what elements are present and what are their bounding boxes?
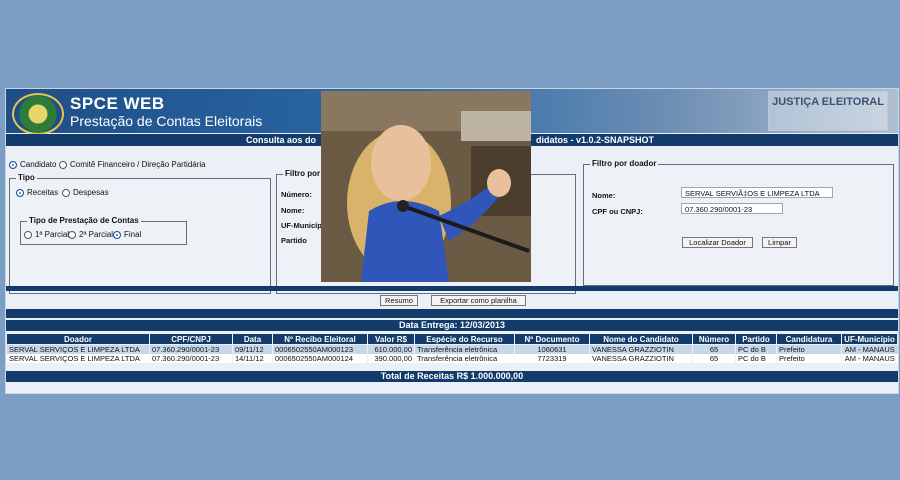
column-header: Nº Documento <box>514 333 590 345</box>
column-header: Número <box>692 333 736 345</box>
cell-candidato: VANESSA GRAZZIOTIN <box>589 344 693 354</box>
cell-doador: SERVAL SERVIÇOS E LIMPEZA LTDA <box>6 354 150 363</box>
prestacao-option-final[interactable]: Final <box>113 230 141 239</box>
prestacao-option-2-parcial[interactable]: 2ª Parcial <box>68 230 113 239</box>
cell-candidato: VANESSA GRAZZIOTIN <box>589 354 693 363</box>
tipo-fieldset: Tipo Receitas Despesas Tipo de Prestação… <box>9 173 271 294</box>
cell-candidatura: Prefeito <box>776 354 842 363</box>
data-entrega: Data Entrega: 12/03/2013 <box>6 320 898 331</box>
cell-candidatura: Prefeito <box>776 344 842 354</box>
cell-uf-municipio: AM - MANAUS <box>841 354 898 363</box>
prestacao-label-2-parcial: 2ª Parcial <box>79 230 114 239</box>
table-row[interactable]: SERVAL SERVIÇOS E LIMPEZA LTDA 07.360.29… <box>6 344 898 354</box>
tipo-legend: Tipo <box>16 173 37 182</box>
cell-data: 09/11/12 <box>232 344 273 354</box>
cell-doador: SERVAL SERVIÇOS E LIMPEZA LTDA <box>6 344 150 354</box>
localizar-doador-button[interactable]: Localizar Doador <box>682 237 753 248</box>
cell-numero: 65 <box>692 354 736 363</box>
tipo-option-receitas[interactable]: Receitas <box>16 188 58 197</box>
cell-documento: 1060631 <box>514 344 590 354</box>
doador-nome-label: Nome: <box>592 191 616 200</box>
column-header: Doador <box>6 333 150 345</box>
cell-especie: Transferência eletrônica <box>414 354 515 363</box>
table-header-row: Doador CPF/CNPJ Data Nº Recibo Eleitoral… <box>6 333 898 345</box>
column-header: UF-Município <box>841 333 898 345</box>
cell-valor: 610.000,00 <box>367 344 415 354</box>
radio-selected-icon <box>9 160 17 169</box>
radio-unselected-icon <box>24 230 32 239</box>
scope-option-comite[interactable]: Comitê Financeiro / Direção Partidária <box>59 160 206 169</box>
filtro-doador-legend: Filtro por doador <box>590 159 659 168</box>
cell-recibo: 0006502550AM000123 <box>272 344 368 354</box>
scope-label-comite: Comitê Financeiro / Direção Partidária <box>70 160 206 169</box>
column-header: Partido <box>735 333 777 345</box>
limpar-button[interactable]: Limpar <box>762 237 797 248</box>
numero-label: Número: <box>281 190 312 199</box>
prestacao-option-1-parcial[interactable]: 1ª Parcial <box>24 230 69 239</box>
column-header: Nome do Candidato <box>589 333 693 345</box>
consulta-right-text: didatos - v1.0.2-SNAPSHOT <box>536 135 655 145</box>
table-row[interactable]: SERVAL SERVIÇOS E LIMPEZA LTDA 07.360.29… <box>6 354 898 363</box>
exportar-planilha-button[interactable]: Exportar como planilha <box>431 295 526 306</box>
form-divider <box>6 286 898 291</box>
uf-municipio-label: UF-Municípi <box>281 221 324 230</box>
column-header: Valor R$ <box>367 333 415 345</box>
radio-selected-icon <box>113 230 121 239</box>
cell-partido: PC do B <box>735 354 777 363</box>
app-subtitle: Prestação de Contas Eleitorais <box>70 113 263 129</box>
scope-option-candidato[interactable]: Candidato <box>9 160 56 169</box>
doador-nome-input[interactable]: SERVAL SERVIÃ‡OS E LIMPEZA LTDA <box>681 187 833 198</box>
column-header: Data <box>232 333 273 345</box>
prestacao-label-1-parcial: 1ª Parcial <box>35 230 70 239</box>
receitas-table: Doador CPF/CNPJ Data Nº Recibo Eleitoral… <box>6 333 898 363</box>
cell-documento: 7723319 <box>514 354 590 363</box>
prestacao-label-final: Final <box>124 230 142 239</box>
cell-cpf-cnpj: 07.360.290/0001-23 <box>149 354 233 363</box>
speaker-photo-illustration <box>321 91 531 282</box>
column-header: Candidatura <box>776 333 842 345</box>
doador-cpf-label: CPF ou CNPJ: <box>592 207 643 216</box>
resumo-button[interactable]: Resumo <box>380 295 418 306</box>
column-header: Espécie do Recurso <box>414 333 515 345</box>
cell-partido: PC do B <box>735 344 777 354</box>
justica-eleitoral-watermark: JUSTIÇA ELEITORAL <box>768 91 888 131</box>
section-divider <box>6 309 898 318</box>
partido-label: Partido <box>281 236 307 245</box>
app-title: SPCE WEB <box>70 94 165 113</box>
prestacao-legend: Tipo de Prestação de Contas <box>27 216 141 225</box>
cell-recibo: 0006502550AM000124 <box>272 354 368 363</box>
speaker-photo <box>321 91 531 282</box>
total-receitas-bar: Total de Receitas R$ 1.000.000,00 <box>6 371 898 382</box>
radio-selected-icon <box>16 188 24 197</box>
tipo-option-despesas[interactable]: Despesas <box>62 188 109 197</box>
nome-label: Nome: <box>281 206 305 215</box>
prestacao-fieldset: Tipo de Prestação de Contas 1ª Parcial 2… <box>20 216 187 245</box>
filtro-doador-fieldset: Filtro por doador Nome: SERVAL SERVIÃ‡OS… <box>583 159 894 286</box>
cell-uf-municipio: AM - MANAUS <box>841 344 898 354</box>
cell-especie: Transferência eletrônica <box>414 344 515 354</box>
cell-numero: 65 <box>692 344 736 354</box>
column-header: CPF/CNPJ <box>149 333 233 345</box>
doador-cpf-input[interactable]: 07.360.290/0001-23 <box>681 203 783 214</box>
scope-label-candidato: Candidato <box>20 160 57 169</box>
brazil-coat-of-arms-icon <box>12 93 64 135</box>
tipo-label-receitas: Receitas <box>27 188 59 197</box>
radio-unselected-icon <box>62 188 70 197</box>
radio-unselected-icon <box>68 230 76 239</box>
cell-valor: 390.000,00 <box>367 354 415 363</box>
consulta-left-text: Consulta aos do <box>246 135 317 145</box>
cell-cpf-cnpj: 07.360.290/0001-23 <box>149 344 233 354</box>
tipo-label-despesas: Despesas <box>73 188 109 197</box>
radio-unselected-icon <box>59 160 67 169</box>
column-header: Nº Recibo Eleitoral <box>272 333 368 345</box>
cell-data: 14/11/12 <box>232 354 273 363</box>
